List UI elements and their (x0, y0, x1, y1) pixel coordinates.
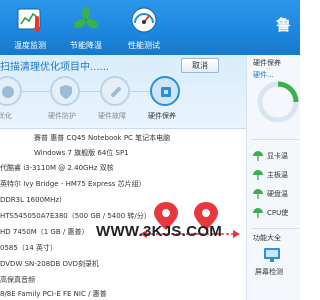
wrench-icon (110, 86, 122, 98)
umbrella-icon (253, 151, 263, 161)
info-value: HTS545050A7E380（500 GB / 5400 转/分） (0, 212, 151, 220)
umbrella-icon (253, 208, 263, 218)
toolbar-label: 性能测试 (128, 41, 160, 50)
info-row: DVDW SN-208DB DVD刻录机 (0, 256, 246, 272)
info-value: DDR3L 1600MHz） (0, 196, 67, 204)
info-row: 代酷睿 i3-3110M @ 2.40GHz 双核 (0, 160, 246, 176)
umbrella-icon (253, 170, 263, 180)
fan-icon (73, 6, 99, 29)
monitor-item-cpu-usage[interactable]: CPU使 (253, 206, 301, 220)
scan-status-title: 扫描清理优化项目中...... (0, 62, 110, 73)
optimize-icon (2, 86, 14, 98)
step-hardware-care (150, 76, 180, 106)
scan-panel: 扫描清理优化项目中...... 取消 优化 硬件防护 硬件故障 硬件保养 (0, 55, 246, 129)
cpu-care-icon (161, 87, 171, 97)
monitor-item-disk-temp[interactable]: 硬盘温 (253, 187, 301, 201)
function-item-screen-check[interactable]: 屏幕检测 (255, 267, 283, 277)
step-optimize (0, 76, 22, 106)
monitor-item-label: CPU使 (267, 209, 289, 217)
info-value: 代酷睿 i3-3110M @ 2.40GHz 双核 (0, 164, 114, 172)
umbrella-icon (253, 189, 263, 199)
monitor-item-label: 硬盘温 (267, 190, 288, 198)
step-label: 硬件防护 (48, 112, 76, 120)
cancel-button[interactable]: 取消 (181, 58, 219, 73)
screen-monitor-icon[interactable] (263, 247, 281, 263)
top-toolbar: 温度监测 节能降温 性能测试 鲁 (0, 0, 300, 55)
monitor-item-label: 显卡温 (267, 152, 288, 160)
toolbar-performance-test[interactable]: 性能测试 (116, 4, 172, 54)
step-connector (130, 91, 150, 92)
info-row: 8/8E Family PCI-E FE NIC / 惠普 (0, 286, 246, 300)
step-label: 优化 (0, 112, 12, 120)
hardware-care-title: 硬件保养 (253, 59, 281, 67)
info-value: 賽普 惠普 CQ45 Notebook PC 笔记本电脑 (34, 134, 171, 142)
info-row: Windows 7 旗舰版 64位 SP1 (0, 145, 246, 161)
toolbar-energy-cooling[interactable]: 节能降温 (58, 4, 114, 54)
watermark-text: WWW.3KJS.COM (96, 223, 223, 240)
divider (251, 139, 299, 140)
monitor-item-label: 主板温 (267, 171, 288, 179)
info-row: 英特尔 Ivy Bridge - HM75 Express 芯片组） (0, 176, 246, 192)
step-label: 硬件保养 (148, 112, 176, 120)
info-value: 0585（14 英寸） (0, 244, 57, 252)
speedometer-icon (131, 7, 157, 33)
step-hardware-protect (50, 76, 80, 106)
monitor-item-board-temp[interactable]: 主板温 (253, 168, 301, 182)
info-value: HD 7450M（1 GB / 惠普） (0, 228, 89, 236)
right-sidebar: 硬件保养 硬件... 显卡温 主板温 硬盘温 CPU使 功能大全 屏幕检测 (246, 55, 300, 300)
info-value: Windows 7 旗舰版 64位 SP1 (34, 149, 129, 157)
info-value: DVDW SN-208DB DVD刻录机 (0, 260, 100, 268)
info-value: 8/8E Family PCI-E FE NIC / 惠普 (0, 290, 107, 298)
toolbar-temperature-monitor[interactable]: 温度监测 (2, 4, 58, 54)
functions-title: 功能大全 (253, 234, 281, 242)
app-logo-text: 鲁 (276, 16, 292, 34)
info-row: 0585（14 英寸） (0, 240, 246, 256)
monitor-item-gpu-temp[interactable]: 显卡温 (253, 149, 301, 163)
toolbar-label: 温度监测 (14, 41, 46, 50)
step-label: 硬件故障 (98, 112, 126, 120)
step-connector (80, 91, 100, 92)
thermometer-chart-icon (17, 8, 41, 32)
divider (251, 228, 299, 229)
info-row: 賽普 惠普 CQ45 Notebook PC 笔记本电脑 (0, 130, 246, 146)
progress-ring (257, 81, 299, 123)
step-hardware-fault (100, 76, 130, 106)
toolbar-label: 节能降温 (70, 41, 102, 50)
step-connector (22, 91, 50, 92)
info-value: 英特尔 Ivy Bridge - HM75 Express 芯片组） (0, 180, 146, 188)
shield-icon (60, 85, 72, 99)
